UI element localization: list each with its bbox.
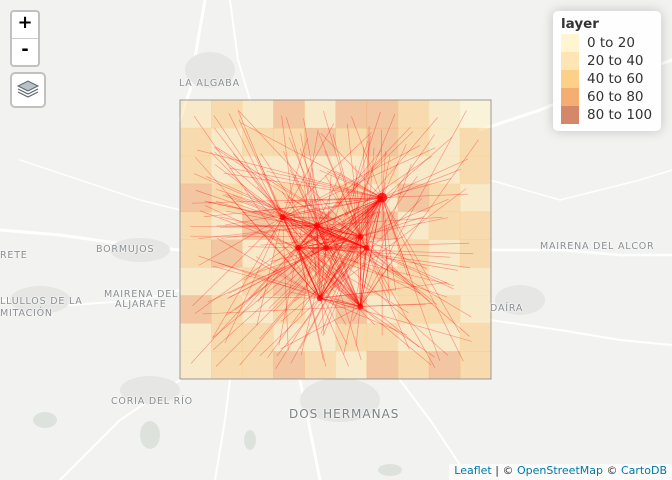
- legend-label: 80 to 100: [587, 107, 653, 123]
- legend-item: 20 to 40: [561, 52, 653, 70]
- place-label-palomares-line2: MITACIÓN: [0, 308, 53, 319]
- zoom-control: + -: [10, 10, 40, 67]
- raster-cell: [459, 295, 492, 324]
- raster-cell: [242, 100, 274, 129]
- raster-cell: [211, 100, 243, 129]
- hub-point: [357, 303, 364, 310]
- raster-cell: [459, 211, 492, 240]
- legend-item: 0 to 20: [561, 34, 653, 52]
- hub-point: [316, 295, 323, 302]
- layers-toggle-button[interactable]: [10, 72, 46, 108]
- place-label-dos-hermanas: DOS HERMANAS: [289, 407, 400, 421]
- raster-cell: [273, 100, 305, 129]
- raster-cell: [180, 351, 212, 380]
- hub-point: [295, 244, 302, 251]
- raster-cell: [242, 239, 274, 268]
- raster-cell: [180, 100, 212, 129]
- place-label-alcala: DAÍRA: [490, 303, 524, 314]
- place-label-bormujos: BORMUJOS: [96, 244, 155, 255]
- raster-cell: [211, 295, 243, 324]
- layers-icon: [16, 80, 40, 98]
- hub-point: [323, 244, 330, 251]
- raster-cell: [397, 100, 430, 129]
- raster-cell: [428, 323, 461, 352]
- legend-label: 40 to 60: [587, 71, 644, 87]
- place-label-mairena-alcor: MAIRENA DEL ALCOR: [540, 241, 655, 252]
- carto-link[interactable]: CartoDB: [621, 464, 667, 477]
- raster-cell: [397, 323, 430, 352]
- legend-swatch: [561, 106, 579, 124]
- attribution-separator-2: ©: [602, 464, 621, 477]
- legend: layer 0 to 20 20 to 40 40 to 60 60 to 80 80 …: [553, 11, 661, 131]
- attribution: Leaflet | © OpenStreetMap © CartoDB: [449, 464, 672, 480]
- raster-cell: [335, 351, 368, 380]
- leaflet-link[interactable]: Leaflet: [454, 464, 491, 477]
- legend-swatch: [561, 34, 579, 52]
- raster-cell: [428, 127, 461, 157]
- raster-cell: [459, 351, 492, 380]
- raster-cell: [428, 100, 461, 129]
- legend-item: 60 to 80: [561, 88, 653, 106]
- legend-title: layer: [561, 16, 599, 32]
- legend-swatch: [561, 88, 579, 106]
- raster-cell: [459, 183, 492, 213]
- zoom-out-button[interactable]: -: [12, 38, 38, 65]
- legend-label: 0 to 20: [587, 35, 635, 51]
- raster-cell: [180, 183, 212, 213]
- place-label-la-algaba: LA ALGABA: [179, 78, 240, 89]
- raster-cell: [459, 323, 492, 352]
- legend-items: 0 to 20 20 to 40 40 to 60 60 to 80 80 to 100: [561, 34, 653, 124]
- attribution-separator: | ©: [491, 464, 517, 477]
- legend-label: 60 to 80: [587, 89, 644, 105]
- place-label-mairena-aljarafe-line2: ALJARAFE: [115, 299, 167, 310]
- raster-cell: [180, 239, 212, 268]
- raster-cell: [366, 351, 399, 380]
- raster-cell: [304, 100, 336, 129]
- raster-cell: [428, 211, 461, 240]
- raster-cell: [459, 127, 492, 157]
- raster-cell: [397, 351, 430, 380]
- hub-point: [313, 222, 320, 229]
- raster-cell: [428, 295, 461, 324]
- place-label-coria: CORIA DEL RÍO: [111, 396, 193, 407]
- raster-cell: [180, 323, 212, 352]
- zoom-in-button[interactable]: +: [12, 12, 38, 38]
- place-label-castilleja: RETE: [0, 250, 28, 261]
- legend-label: 20 to 40: [587, 53, 644, 69]
- legend-item: 80 to 100: [561, 106, 653, 124]
- osm-link[interactable]: OpenStreetMap: [517, 464, 603, 477]
- place-label-palomares-line1: LLULLOS DE LA: [0, 296, 83, 307]
- legend-item: 40 to 60: [561, 70, 653, 88]
- raster-cell: [180, 127, 212, 157]
- legend-swatch: [561, 70, 579, 88]
- raster-cell: [366, 100, 399, 129]
- raster-cell: [180, 211, 212, 240]
- raster-cell: [180, 295, 212, 324]
- hub-point: [279, 214, 286, 221]
- legend-swatch: [561, 52, 579, 70]
- hub-point: [357, 233, 364, 240]
- raster-cell: [459, 155, 492, 185]
- hub-point: [363, 244, 370, 251]
- raster-cell: [335, 100, 368, 129]
- raster-cell: [459, 267, 492, 296]
- raster-cell: [428, 267, 461, 296]
- hub-point: [377, 192, 388, 203]
- raster-cell: [304, 351, 336, 380]
